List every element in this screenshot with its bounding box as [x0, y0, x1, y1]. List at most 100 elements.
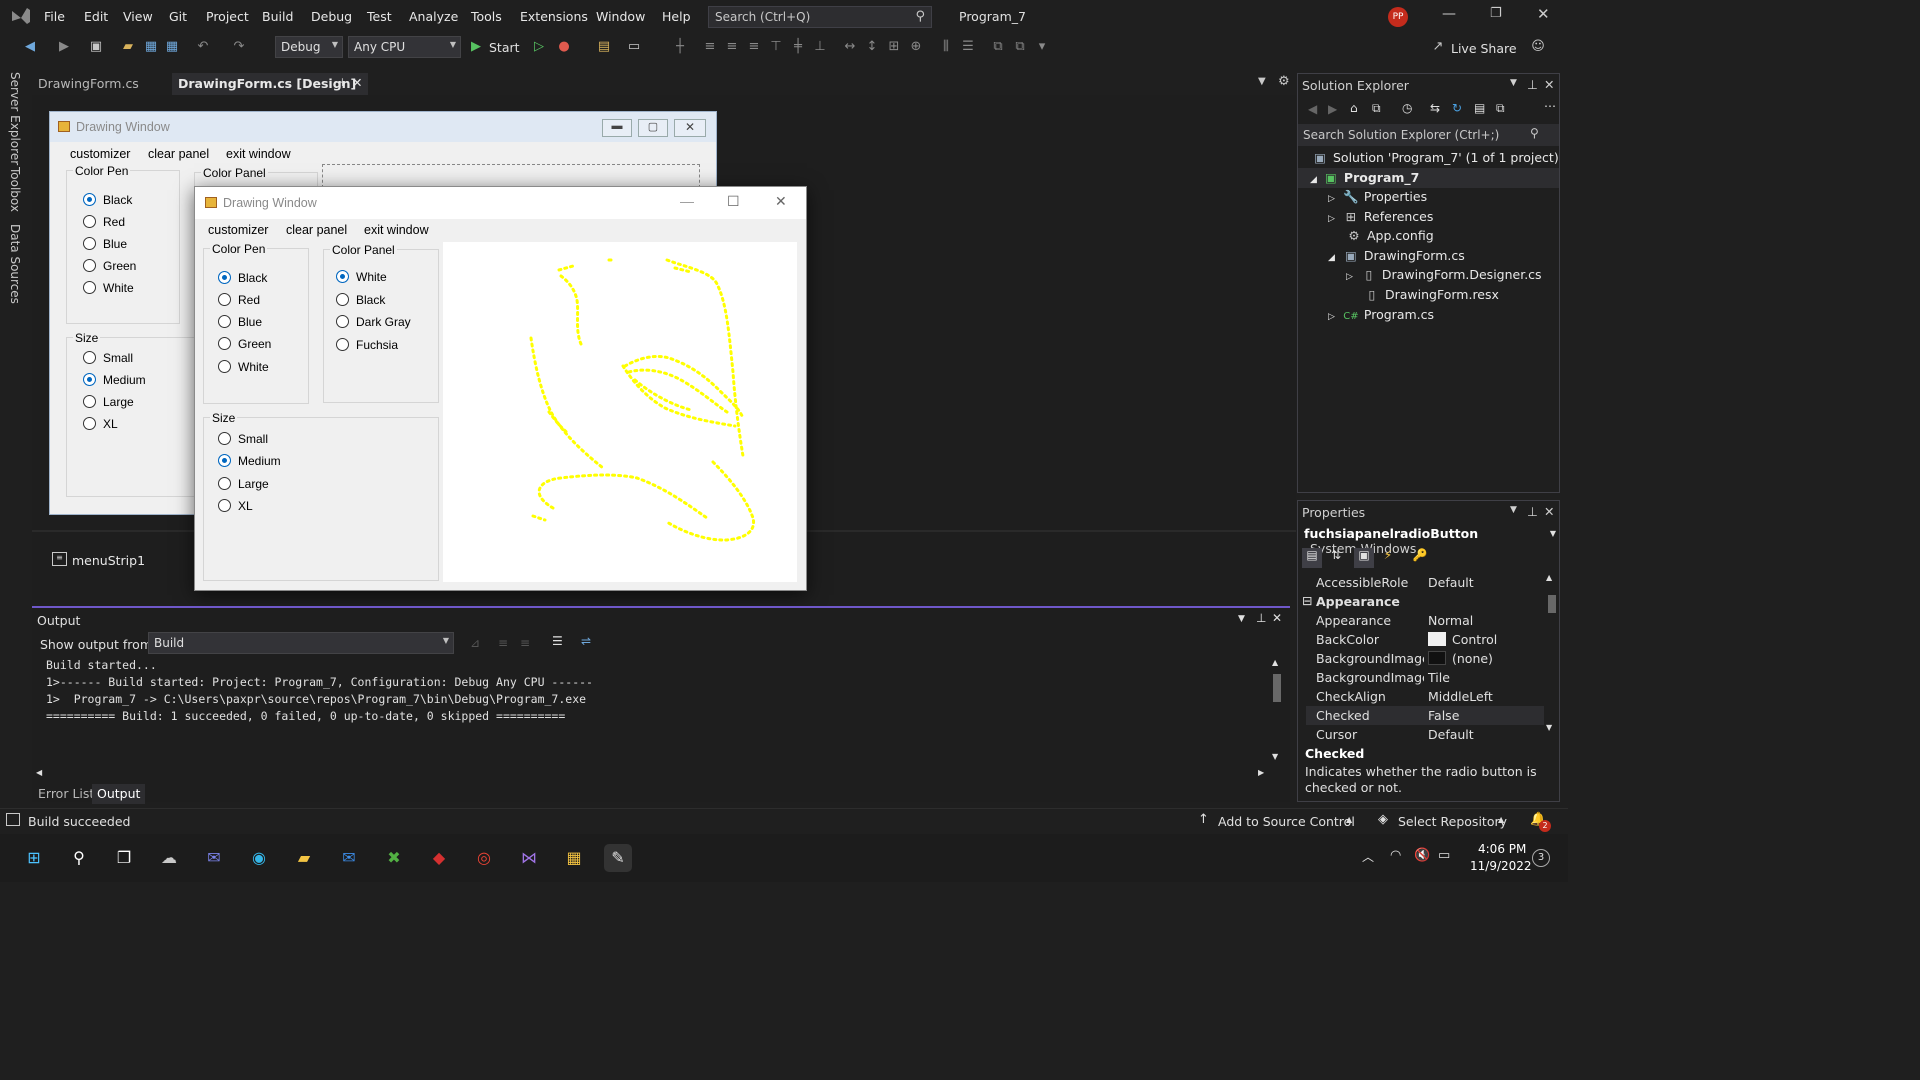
- make-same-width-icon[interactable]: ↔: [842, 39, 858, 55]
- design-size-group[interactable]: Size Small Medium Large XL: [66, 331, 196, 497]
- edge-icon[interactable]: ◉: [245, 844, 273, 872]
- categorized-icon[interactable]: ▤: [1302, 548, 1322, 568]
- expand-icon[interactable]: ▷: [1328, 194, 1335, 204]
- forward-icon[interactable]: ▶: [56, 39, 72, 55]
- prop-row[interactable]: CheckAlign MiddleLeft: [1306, 687, 1544, 706]
- menu-debug[interactable]: Debug: [311, 9, 352, 24]
- tray-menustrip[interactable]: menuStrip1: [72, 553, 145, 568]
- run-color-pen-group[interactable]: Color Pen Black Red Blue Green White: [203, 242, 309, 404]
- panel-radio-white[interactable]: White: [336, 270, 387, 284]
- menu-analyze[interactable]: Analyze: [409, 9, 458, 24]
- size-to-grid-icon[interactable]: ⊞: [886, 39, 902, 55]
- align-top-icon[interactable]: ⊤: [768, 39, 784, 55]
- scroll-thumb[interactable]: [1273, 674, 1281, 702]
- drawing-panel[interactable]: [443, 242, 797, 582]
- collapse-icon[interactable]: ⊟: [1302, 593, 1312, 608]
- menu-build[interactable]: Build: [262, 9, 293, 24]
- scroll-right-icon[interactable]: ▶: [1258, 768, 1264, 777]
- tab-output[interactable]: Output: [92, 784, 146, 804]
- menu-file[interactable]: File: [44, 9, 65, 24]
- home-icon[interactable]: ⌂: [1350, 101, 1358, 115]
- menu-project[interactable]: Project: [206, 9, 249, 24]
- redo-icon[interactable]: ↷: [231, 39, 247, 55]
- scroll-thumb[interactable]: [1548, 595, 1556, 613]
- alphabetical-icon[interactable]: ⇅: [1326, 548, 1346, 568]
- run-menu-customizer[interactable]: customizer: [208, 223, 268, 237]
- prop-row[interactable]: BackgroundImage (none): [1306, 649, 1544, 668]
- open-folder-icon[interactable]: ▰: [120, 39, 136, 55]
- add-to-source-control-button[interactable]: Add to Source Control: [1218, 814, 1355, 829]
- panel-radio-dark-gray[interactable]: Dark Gray: [336, 315, 411, 329]
- expand-icon[interactable]: ▷: [1328, 312, 1335, 322]
- menu-test[interactable]: Test: [367, 9, 392, 24]
- platform-dropdown[interactable]: Any CPU ▼: [348, 36, 461, 58]
- volume-muted-icon[interactable]: 🔇: [1414, 848, 1430, 863]
- notification-center-badge[interactable]: 3: [1532, 849, 1550, 867]
- close-icon[interactable]: ✕: [775, 193, 787, 210]
- configuration-dropdown[interactable]: Debug ▼: [275, 36, 343, 58]
- new-project-icon[interactable]: ▣: [88, 39, 104, 55]
- align-center-icon[interactable]: ≡: [724, 39, 740, 55]
- tab-error-list[interactable]: Error List: [38, 786, 94, 801]
- file-explorer-icon[interactable]: ▰: [290, 844, 318, 872]
- menu-help[interactable]: Help: [662, 9, 691, 24]
- minimize-icon[interactable]: —: [1442, 6, 1456, 22]
- menu-tools[interactable]: Tools: [471, 9, 502, 24]
- pin-icon[interactable]: ⊥: [1527, 504, 1538, 519]
- tree-item-programcs[interactable]: ▷ C# Program.cs: [1328, 307, 1434, 322]
- tree-item-drawingform[interactable]: ◢ ▣ DrawingForm.cs: [1328, 248, 1465, 263]
- show-all-files-icon[interactable]: ⧉: [1496, 101, 1505, 116]
- search-icon[interactable]: ⚲: [65, 844, 93, 872]
- size-radio-medium[interactable]: Medium: [218, 454, 281, 468]
- design-radio-small[interactable]: Small: [83, 351, 133, 365]
- dropdown-icon[interactable]: ▼: [1238, 614, 1245, 624]
- scroll-down-icon[interactable]: ▼: [1272, 752, 1278, 761]
- align-middle-icon[interactable]: ╪: [790, 39, 806, 55]
- feedback-icon[interactable]: ☺: [1530, 39, 1546, 55]
- collapse-all-icon[interactable]: ▤: [1474, 101, 1485, 115]
- tree-item-references[interactable]: ▷ ⊞ References: [1328, 209, 1433, 224]
- size-radio-xl[interactable]: XL: [218, 499, 253, 513]
- send-to-back-icon[interactable]: ⧉: [1012, 39, 1028, 55]
- layout-icon[interactable]: ▭: [626, 39, 642, 55]
- expand-icon[interactable]: ▷: [1328, 214, 1335, 224]
- global-search-input[interactable]: Search (Ctrl+Q) ⚲: [708, 6, 932, 28]
- size-radio-small[interactable]: Small: [218, 432, 268, 446]
- settings-gear-icon[interactable]: ⚙: [1278, 74, 1290, 89]
- design-menu-exit-window[interactable]: exit window: [226, 147, 291, 161]
- prop-row[interactable]: AccessibleRole Default: [1306, 573, 1544, 592]
- live-share-button[interactable]: Live Share: [1451, 41, 1517, 56]
- history-icon[interactable]: ◷: [1402, 101, 1412, 115]
- design-radio-large[interactable]: Large: [83, 395, 134, 409]
- tab-drawingform-design[interactable]: DrawingForm.cs [Design] ⊣ ✕: [172, 73, 368, 95]
- dropdown-icon[interactable]: ▼: [1510, 78, 1517, 88]
- expand-icon[interactable]: ◢: [1328, 253, 1335, 263]
- user-avatar[interactable]: PP: [1388, 7, 1408, 27]
- select-repository-button[interactable]: Select Repository: [1398, 814, 1507, 829]
- toolbar-overflow-icon[interactable]: ▾: [1034, 39, 1050, 55]
- menu-git[interactable]: Git: [169, 9, 187, 24]
- make-same-height-icon[interactable]: ↕: [864, 39, 880, 55]
- browse-icon[interactable]: ▤: [596, 39, 612, 55]
- server-explorer-tab[interactable]: Server Explorer: [8, 72, 22, 165]
- scroll-up-icon[interactable]: ▲: [1272, 658, 1278, 667]
- scroll-left-icon[interactable]: ◀: [36, 768, 42, 777]
- chrome-icon[interactable]: ◎: [470, 844, 498, 872]
- tab-list-dropdown-icon[interactable]: ▼: [1258, 76, 1266, 87]
- close-icon[interactable]: ✕: [1272, 611, 1282, 625]
- prop-row[interactable]: BackColor Control: [1306, 630, 1544, 649]
- menu-edit[interactable]: Edit: [84, 9, 108, 24]
- tree-item-resx[interactable]: ▯ DrawingForm.resx: [1364, 287, 1499, 302]
- tree-item-designer[interactable]: ▷ ▯ DrawingForm.Designer.cs: [1346, 267, 1542, 282]
- back-icon[interactable]: ◀: [22, 39, 38, 55]
- expand-icon[interactable]: ◢: [1310, 175, 1317, 185]
- tab-drawingform-cs[interactable]: DrawingForm.cs: [32, 73, 168, 95]
- tree-item-solution[interactable]: ▣ Solution 'Program_7' (1 of 1 project): [1312, 150, 1559, 165]
- refresh-icon[interactable]: ↻: [1452, 101, 1462, 115]
- properties-icon[interactable]: ▣: [1354, 548, 1374, 568]
- pen-radio-black[interactable]: Black: [218, 271, 267, 285]
- start-windows-icon[interactable]: ⊞: [20, 844, 48, 872]
- prev-message-icon[interactable]: ≡: [498, 636, 508, 650]
- align-right-icon[interactable]: ≡: [746, 39, 762, 55]
- design-radio-red[interactable]: Red: [83, 215, 125, 229]
